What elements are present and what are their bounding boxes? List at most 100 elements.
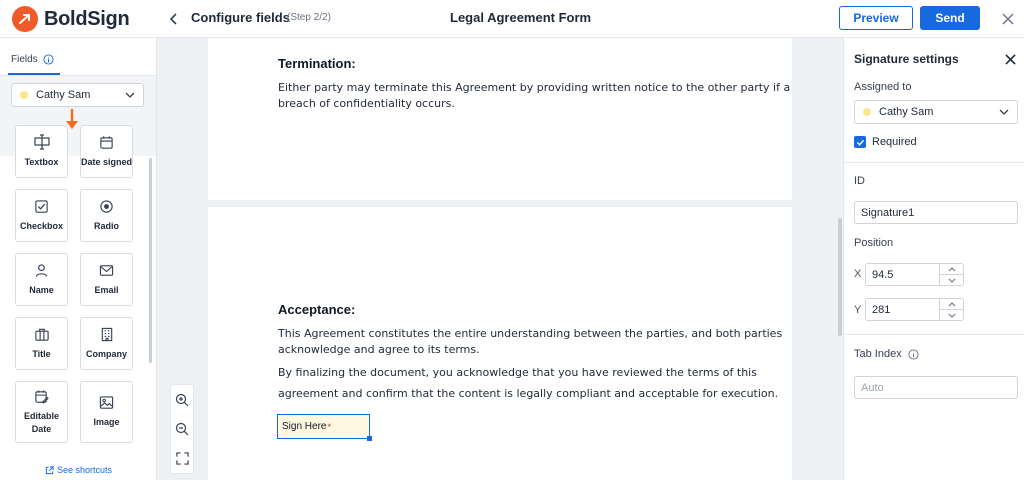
field-tile-label: Date signed: [81, 156, 133, 167]
field-tile-label: Editable Date: [23, 410, 59, 434]
building-icon: [101, 327, 112, 341]
field-tile-label: Company: [85, 348, 127, 359]
chevron-down-icon: [948, 313, 955, 318]
info-icon[interactable]: [908, 348, 919, 360]
y-decrement-button[interactable]: [940, 309, 963, 320]
sidebar-scrollbar[interactable]: [149, 158, 152, 363]
chevron-down-icon: [948, 278, 955, 283]
signer-color-dot: [20, 91, 28, 99]
required-asterisk: *: [327, 421, 331, 432]
fit-to-screen-button[interactable]: [172, 448, 192, 468]
zoom-controls: [170, 384, 194, 474]
briefcase-icon: [34, 328, 49, 341]
x-position-value: 94.5: [872, 268, 894, 281]
zoom-in-button[interactable]: [172, 390, 192, 410]
termination-text-line: Either party may terminate this Agreemen…: [278, 81, 791, 94]
zoom-out-button[interactable]: [172, 419, 192, 439]
y-increment-button[interactable]: [940, 299, 963, 309]
close-button[interactable]: [998, 9, 1018, 29]
edit-calendar-icon: [35, 389, 49, 404]
acceptance-text-line: This Agreement constitutes the entire un…: [278, 327, 783, 340]
field-tile-label: Radio: [93, 220, 119, 231]
chevron-down-icon: [999, 109, 1009, 115]
external-link-icon: [45, 465, 54, 474]
assigned-to-select[interactable]: Cathy Sam: [854, 100, 1018, 124]
field-tile-image[interactable]: Image: [80, 381, 133, 443]
tab-index-label: Tab Index: [854, 348, 902, 360]
field-tile-label: Name: [29, 284, 54, 295]
back-button[interactable]: [164, 9, 184, 29]
y-label: Y: [854, 304, 862, 316]
brand-logo: BoldSign: [12, 6, 130, 32]
chevron-down-icon: [125, 92, 135, 98]
checkbox-icon: [35, 199, 48, 213]
field-tile-label: Textbox: [24, 157, 59, 167]
id-label: ID: [854, 175, 865, 187]
info-icon[interactable]: [43, 54, 54, 65]
field-tile-editable-date[interactable]: Editable Date: [15, 381, 68, 443]
tab-index-input[interactable]: Auto: [854, 376, 1018, 399]
chevron-up-icon: [948, 301, 955, 306]
calendar-icon: [100, 135, 113, 149]
x-label: X: [854, 268, 862, 280]
acceptance-text-line: By finalizing the document, you acknowle…: [278, 366, 757, 379]
fullscreen-icon: [175, 452, 189, 465]
tab-fields[interactable]: Fields: [11, 54, 54, 65]
y-position-value: 281: [872, 303, 891, 316]
field-tile-title[interactable]: Title: [15, 317, 68, 370]
signature-field-label: Sign Here: [282, 421, 327, 432]
section-divider: [844, 162, 1024, 163]
field-tile-company[interactable]: Company: [80, 317, 133, 370]
assigned-to-label: Assigned to: [854, 81, 912, 93]
x-decrement-button[interactable]: [940, 274, 963, 285]
close-icon: [1004, 53, 1016, 65]
termination-text-line: breach of confidentiality occurs.: [278, 97, 455, 110]
document-scrollbar[interactable]: [838, 218, 842, 336]
x-position-input[interactable]: 94.5: [865, 263, 964, 286]
preview-button[interactable]: Preview: [839, 6, 913, 30]
document-page: Termination: Either party may terminate …: [208, 38, 792, 200]
field-tile-label: Checkbox: [19, 220, 63, 231]
signature-field[interactable]: Sign Here *: [277, 414, 372, 441]
document-page: Acceptance: This Agreement constitutes t…: [208, 207, 792, 480]
position-label: Position: [854, 237, 894, 249]
chevron-up-icon: [948, 266, 955, 271]
close-icon: [1002, 13, 1014, 25]
x-increment-button[interactable]: [940, 264, 963, 274]
field-tile-name[interactable]: Name: [15, 253, 68, 306]
acceptance-text-line: acknowledge and agree to its terms.: [278, 343, 480, 356]
field-tile-checkbox[interactable]: Checkbox: [15, 189, 68, 242]
acceptance-heading: Acceptance:: [278, 302, 356, 317]
boldsign-logo-icon: [12, 6, 38, 32]
see-shortcuts-label: See shortcuts: [57, 465, 113, 475]
document-viewer[interactable]: Termination: Either party may terminate …: [157, 38, 843, 480]
document-title: Legal Agreement Form: [450, 10, 592, 25]
resize-handle[interactable]: [367, 436, 372, 441]
zoom-out-icon: [175, 422, 189, 436]
signer-select[interactable]: Cathy Sam: [11, 83, 144, 107]
required-checkbox[interactable]: [854, 136, 866, 148]
field-tile-textbox[interactable]: Textbox: [15, 125, 68, 178]
section-divider: [844, 334, 1024, 335]
brand-name: BoldSign: [44, 7, 130, 30]
send-button[interactable]: Send: [920, 6, 980, 30]
field-tile-label: Title: [32, 348, 51, 359]
tab-fields-label: Fields: [11, 54, 38, 65]
assigned-to-value: Cathy Sam: [879, 106, 934, 118]
panel-close-button[interactable]: [1002, 51, 1018, 67]
id-input[interactable]: Signature1: [854, 201, 1018, 224]
signer-color-dot: [863, 108, 871, 116]
fields-sidebar: Fields Cathy Sam Textbox Date signed Che…: [0, 38, 157, 480]
field-tile-email[interactable]: Email: [80, 253, 133, 306]
field-tile-radio[interactable]: Radio: [80, 189, 133, 242]
termination-heading: Termination:: [278, 56, 356, 71]
field-tile-date-signed[interactable]: Date signed: [80, 125, 133, 178]
y-position-input[interactable]: 281: [865, 298, 964, 321]
chevron-left-icon: [169, 13, 177, 25]
see-shortcuts-link[interactable]: See shortcuts: [45, 465, 112, 475]
panel-title: Signature settings: [854, 52, 959, 66]
radio-icon: [100, 199, 113, 213]
tab-index-header: Tab Index: [854, 348, 919, 360]
acceptance-text-line: agreement and confirm that the content i…: [278, 387, 779, 400]
field-tile-label: Image: [93, 417, 120, 427]
